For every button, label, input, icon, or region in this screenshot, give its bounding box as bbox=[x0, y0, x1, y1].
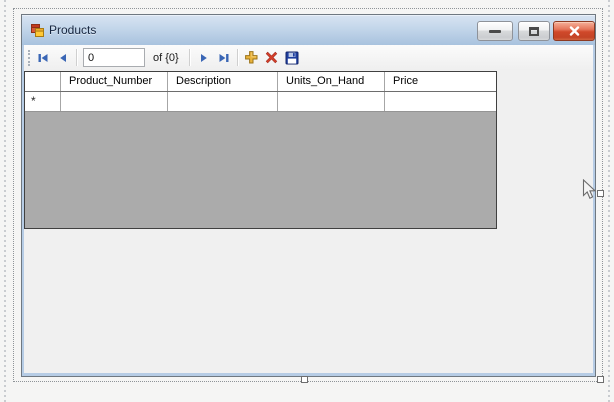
minimize-icon bbox=[489, 29, 501, 33]
products-datagrid: Product_Number Description Units_On_Hand… bbox=[24, 71, 497, 229]
minimize-button[interactable] bbox=[477, 21, 513, 41]
mouse-cursor-icon bbox=[582, 178, 597, 201]
grid-cell[interactable] bbox=[278, 92, 385, 111]
grid-header-row: Product_Number Description Units_On_Hand… bbox=[25, 72, 496, 92]
form-client-area: of {0} bbox=[24, 45, 593, 373]
toolbar-separator bbox=[236, 49, 239, 66]
save-floppy-icon bbox=[285, 51, 299, 64]
delete-button[interactable] bbox=[262, 48, 282, 68]
grid-cell[interactable] bbox=[168, 92, 278, 111]
window-titlebar[interactable]: Products bbox=[22, 15, 595, 45]
grid-new-row: * bbox=[25, 92, 496, 112]
close-icon bbox=[569, 26, 579, 36]
move-first-icon bbox=[38, 53, 48, 62]
move-previous-button[interactable] bbox=[53, 48, 73, 68]
delete-x-icon bbox=[265, 51, 278, 64]
resize-handle-right-center[interactable] bbox=[597, 190, 604, 197]
maximize-button[interactable] bbox=[518, 21, 550, 41]
grid-cell[interactable] bbox=[61, 92, 168, 111]
resize-handle-bottom-right[interactable] bbox=[597, 376, 604, 383]
add-new-button[interactable] bbox=[242, 48, 262, 68]
grid-cell[interactable] bbox=[385, 92, 496, 111]
maximize-icon bbox=[529, 26, 539, 36]
designer-surface: Products 0 of {0} Product_Number Descrip… bbox=[0, 0, 614, 402]
designer-edge-left bbox=[4, 0, 6, 402]
column-header-product-number[interactable]: Product_Number bbox=[61, 72, 168, 91]
move-last-icon bbox=[219, 53, 229, 62]
window-title: Products bbox=[49, 23, 97, 37]
count-label: of {0} bbox=[153, 51, 179, 64]
move-first-button[interactable] bbox=[33, 48, 53, 68]
toolbar-grip[interactable] bbox=[28, 49, 30, 66]
position-input[interactable] bbox=[83, 48, 145, 67]
new-row-header[interactable]: * bbox=[25, 92, 61, 111]
move-last-button[interactable] bbox=[214, 48, 234, 68]
form-window-icon[interactable] bbox=[31, 24, 44, 37]
move-next-icon bbox=[200, 53, 207, 62]
toolbar-separator bbox=[76, 49, 78, 66]
close-button[interactable] bbox=[553, 21, 595, 41]
column-header-units-on-hand[interactable]: Units_On_Hand bbox=[278, 72, 385, 91]
move-previous-icon bbox=[60, 53, 66, 62]
grid-corner-header[interactable] bbox=[25, 72, 61, 91]
binding-navigator-toolbar: of {0} bbox=[24, 45, 593, 70]
toolbar-separator bbox=[188, 49, 191, 66]
column-header-price[interactable]: Price bbox=[385, 72, 496, 91]
designer-edge-right bbox=[608, 0, 610, 402]
add-plus-icon bbox=[245, 51, 258, 64]
form-window: Products 0 of {0} Product_Number Descrip… bbox=[21, 14, 596, 377]
column-header-description[interactable]: Description bbox=[168, 72, 278, 91]
resize-handle-bottom-center[interactable] bbox=[301, 376, 308, 383]
move-next-button[interactable] bbox=[194, 48, 214, 68]
save-button[interactable] bbox=[282, 48, 302, 68]
